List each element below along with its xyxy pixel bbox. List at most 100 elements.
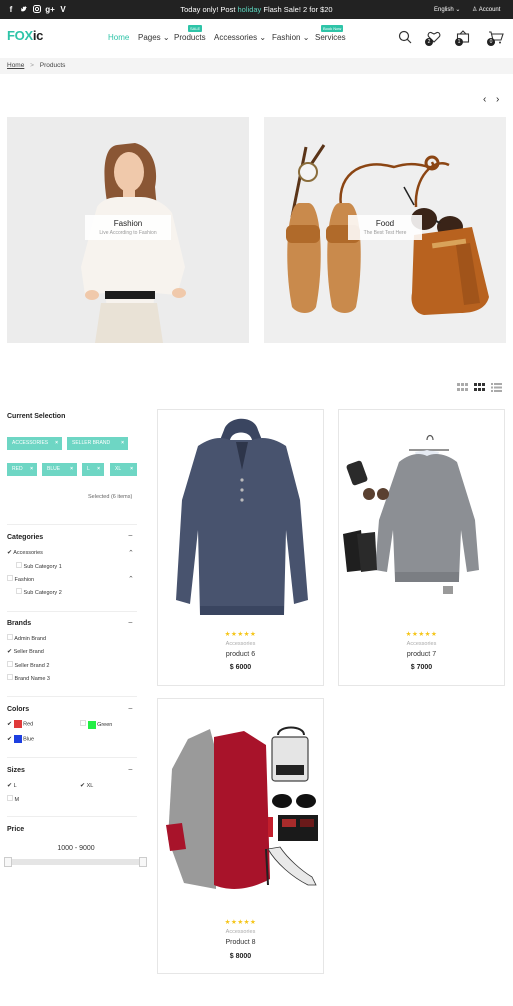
checkbox[interactable]	[7, 634, 13, 640]
close-icon[interactable]: ×	[70, 463, 73, 476]
divider	[7, 696, 137, 697]
filter-tag-red[interactable]: RED ×	[7, 463, 37, 476]
collapse-icon[interactable]: −	[128, 765, 133, 774]
product-name[interactable]: Product 8	[158, 939, 323, 946]
grid-compact-icon[interactable]	[474, 383, 485, 394]
divider	[7, 816, 137, 817]
checkbox[interactable]	[7, 575, 13, 581]
brand-admin[interactable]: Admin Brand	[7, 634, 46, 642]
current-selection-title: Current Selection	[7, 413, 66, 420]
category-accessories[interactable]: ✔ Accessories	[7, 549, 43, 556]
product-name[interactable]: product 6	[158, 651, 323, 658]
collapse-icon[interactable]: −	[128, 704, 133, 713]
selected-count: Selected (6 items)	[88, 494, 133, 500]
breadcrumb-current: Products	[39, 62, 66, 69]
checkmark-icon: ✔	[7, 736, 13, 743]
close-icon[interactable]: ×	[130, 463, 133, 476]
language-select[interactable]: English ⌄	[434, 6, 460, 13]
rating-stars: ★★★★★	[405, 631, 438, 638]
color-swatch	[87, 720, 96, 729]
brands-title: Brands	[7, 620, 32, 627]
filter-tag-xl[interactable]: XL ×	[110, 463, 137, 476]
sale-badge: SALE	[188, 25, 203, 32]
product-category[interactable]: Accessories	[158, 929, 323, 935]
size-m[interactable]: M	[7, 795, 19, 803]
chevron-up-icon[interactable]: ⌃	[128, 549, 134, 557]
nav-products[interactable]: Products	[174, 33, 206, 42]
logo[interactable]: FOXic	[7, 28, 43, 43]
chevron-up-icon[interactable]: ⌃	[128, 575, 134, 583]
chevron-left-icon[interactable]: ‹	[483, 94, 486, 105]
rating-stars: ★★★★★	[224, 631, 257, 638]
sizes-title: Sizes	[7, 767, 25, 774]
checkmark-icon: ✔	[7, 649, 13, 655]
nav-pages[interactable]: Pages ⌄	[138, 33, 170, 42]
nav-accessories[interactable]: Accessories ⌄	[214, 33, 266, 42]
product-category[interactable]: Accessories	[158, 641, 323, 647]
color-red[interactable]: ✔ Red	[7, 720, 33, 728]
list-view-icon[interactable]	[491, 383, 502, 394]
user-icon: ♙	[472, 7, 478, 13]
product-card[interactable]: ★★★★★ Accessories product 6 $ 6000	[157, 409, 324, 686]
checkbox[interactable]	[80, 720, 86, 726]
product-card[interactable]: ★★★★★ Accessories product 7 $ 7000	[338, 409, 505, 686]
checkbox[interactable]	[7, 795, 13, 801]
search-icon[interactable]	[398, 30, 412, 44]
banner-food[interactable]: Food The Best Test Here	[264, 117, 506, 343]
banner-title: Food	[375, 219, 395, 228]
nav-home[interactable]: Home	[108, 33, 129, 42]
nav-services[interactable]: Services	[315, 33, 346, 42]
rating-stars: ★★★★★	[224, 919, 257, 926]
close-icon[interactable]: ×	[97, 463, 100, 476]
banner-fashion[interactable]: Fashion Live According to Fashion	[7, 117, 249, 343]
collapse-icon[interactable]: −	[128, 618, 133, 627]
size-l[interactable]: ✔ L	[7, 782, 17, 789]
price-title: Price	[7, 826, 25, 833]
brand-seller-2[interactable]: Seller Brand 2	[7, 661, 49, 669]
product-category[interactable]: Accessories	[339, 641, 504, 647]
breadcrumb-separator: >	[30, 62, 34, 69]
checkbox[interactable]	[7, 674, 13, 680]
breadcrumb-home[interactable]: Home	[7, 62, 24, 69]
banner-caption: Food The Best Test Here	[348, 215, 422, 240]
banner-subtitle: The Best Test Here	[363, 230, 407, 236]
checkbox[interactable]	[16, 562, 22, 568]
divider	[7, 611, 137, 612]
nav-fashion[interactable]: Fashion ⌄	[272, 33, 309, 42]
price-slider-min-handle[interactable]	[4, 857, 12, 867]
size-xl[interactable]: ✔ XL	[80, 782, 93, 789]
brand-name-3[interactable]: Brand Name 3	[7, 674, 50, 682]
account-link[interactable]: ♙ Account	[472, 6, 500, 13]
filter-tag-l[interactable]: L ×	[82, 463, 104, 476]
chevron-right-icon[interactable]: ›	[496, 94, 499, 105]
product-card[interactable]: ★★★★★ Accessories Product 8 $ 8000	[157, 698, 324, 974]
product-image	[166, 726, 318, 889]
product-price: $ 8000	[229, 953, 252, 960]
collapse-icon[interactable]: −	[128, 531, 133, 540]
product-name[interactable]: product 7	[339, 651, 504, 658]
close-icon[interactable]: ×	[30, 463, 33, 476]
color-blue[interactable]: ✔ Blue	[7, 735, 34, 743]
category-sub-1[interactable]: Sub Category 1	[16, 562, 62, 570]
close-icon[interactable]: ×	[121, 437, 124, 450]
checkbox[interactable]	[16, 588, 22, 594]
brand-seller[interactable]: ✔ Seller Brand	[7, 648, 44, 655]
grid-view-icon[interactable]	[457, 383, 468, 394]
close-icon[interactable]: ×	[55, 437, 58, 450]
chevron-down-icon: ⌄	[455, 7, 461, 13]
divider	[7, 524, 137, 525]
checkbox[interactable]	[7, 661, 13, 667]
filter-tag-accessories[interactable]: ACCESSORIES ×	[7, 437, 62, 450]
cart-count: 0	[487, 38, 495, 46]
category-sub-2[interactable]: Sub Category 2	[16, 588, 62, 596]
price-range-value: 1000 - 9000	[57, 845, 95, 852]
checkmark-icon: ✔	[80, 783, 86, 789]
price-slider-max-handle[interactable]	[139, 857, 147, 867]
color-green[interactable]: Green	[80, 720, 112, 729]
price-slider-track[interactable]	[7, 859, 145, 865]
product-image	[343, 434, 479, 594]
category-fashion[interactable]: Fashion	[7, 575, 34, 583]
filter-tag-seller-brand[interactable]: SELLER BRAND ×	[67, 437, 128, 450]
filter-tag-blue[interactable]: BLUE ×	[42, 463, 77, 476]
banner-subtitle: Live According to Fashion	[99, 230, 157, 236]
